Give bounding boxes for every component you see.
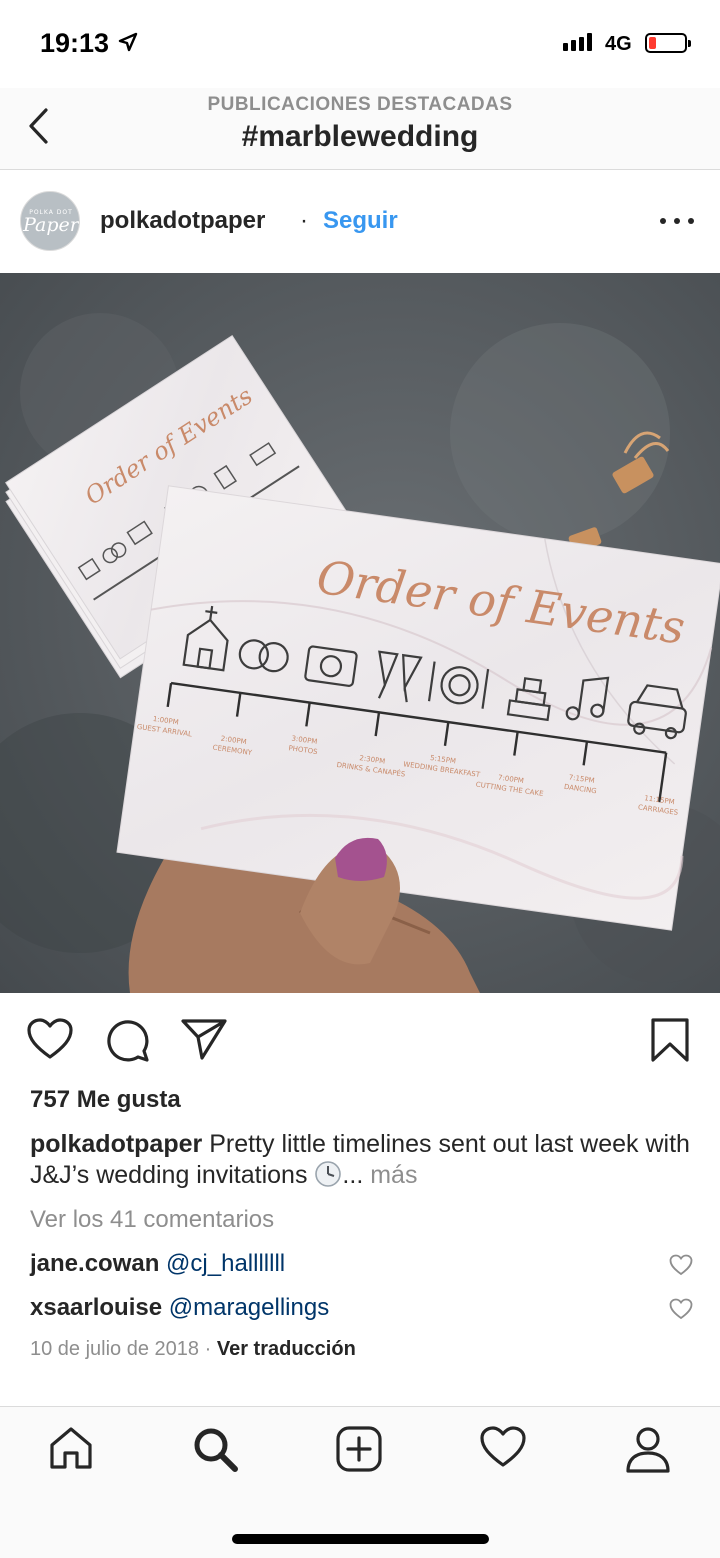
status-time: 19:13 [40,28,110,58]
post-photo: Order of Events Order of Events 1:00PMGU… [0,273,720,993]
comment-icon[interactable] [104,1017,150,1063]
network-type: 4G [605,33,632,55]
bookmark-icon[interactable] [650,1017,690,1063]
front-card: Order of Events 1:00PMGUEST ARRIVAL2:00P… [116,485,720,931]
comment-like-icon[interactable] [669,1298,693,1320]
avatar[interactable]: POLKA DOT Paper [20,191,80,251]
caption-ellipsis: ... [342,1161,364,1189]
add-post-icon[interactable] [335,1425,383,1473]
page-title: #marblewedding [241,120,479,153]
location-arrow-icon [118,32,138,52]
caption-username[interactable]: polkadotpaper [30,1130,202,1158]
more-options-icon[interactable] [660,209,694,233]
post-meta: 10 de julio de 2018 · Ver traducción [30,1338,356,1361]
comment-username[interactable]: jane.cowan [30,1250,159,1277]
post-header: POLKA DOT Paper polkadotpaper · Seguir [0,171,720,273]
comment-row: xsaarlouise @maragellings [30,1294,329,1322]
separator-dot: · [300,207,308,234]
meta-separator: · [204,1338,212,1360]
comment-mention[interactable]: @maragellings [169,1294,329,1321]
profile-icon[interactable] [624,1425,672,1473]
clock-icon [315,1161,342,1187]
avatar-brand-script: Paper [23,214,79,236]
action-bar [0,993,720,1085]
caption-more-link[interactable]: más [370,1161,417,1189]
post-date: 10 de julio de 2018 [30,1338,200,1360]
tab-bar [0,1406,720,1558]
heart-icon[interactable] [26,1017,74,1061]
post-image[interactable]: Order of Events Order of Events 1:00PM G… [0,273,720,993]
comment-row: jane.cowan @cj_halllllll [30,1250,285,1278]
nav-header: PUBLICACIONES DESTACADAS #marblewedding [0,88,720,170]
nav-subtitle: PUBLICACIONES DESTACADAS [207,94,513,115]
home-icon[interactable] [48,1425,94,1471]
battery-icon [645,33,691,53]
search-icon[interactable] [191,1425,239,1473]
home-indicator[interactable] [232,1534,489,1544]
post-username[interactable]: polkadotpaper [100,207,265,235]
send-icon[interactable] [180,1017,228,1061]
comment-mention[interactable]: @cj_halllllll [166,1250,285,1277]
activity-heart-icon[interactable] [479,1425,527,1469]
translate-link[interactable]: Ver traducción [217,1338,356,1360]
view-comments-link[interactable]: Ver los 41 comentarios [30,1206,274,1234]
signal-icon [563,33,592,51]
comment-like-icon[interactable] [669,1254,693,1276]
comment-username[interactable]: xsaarlouise [30,1294,162,1321]
likes-count[interactable]: 757 Me gusta [30,1086,181,1114]
post-caption: polkadotpaper Pretty little timelines se… [30,1129,690,1191]
status-bar: 19:13 4G [0,0,720,88]
follow-button[interactable]: Seguir [323,207,398,235]
